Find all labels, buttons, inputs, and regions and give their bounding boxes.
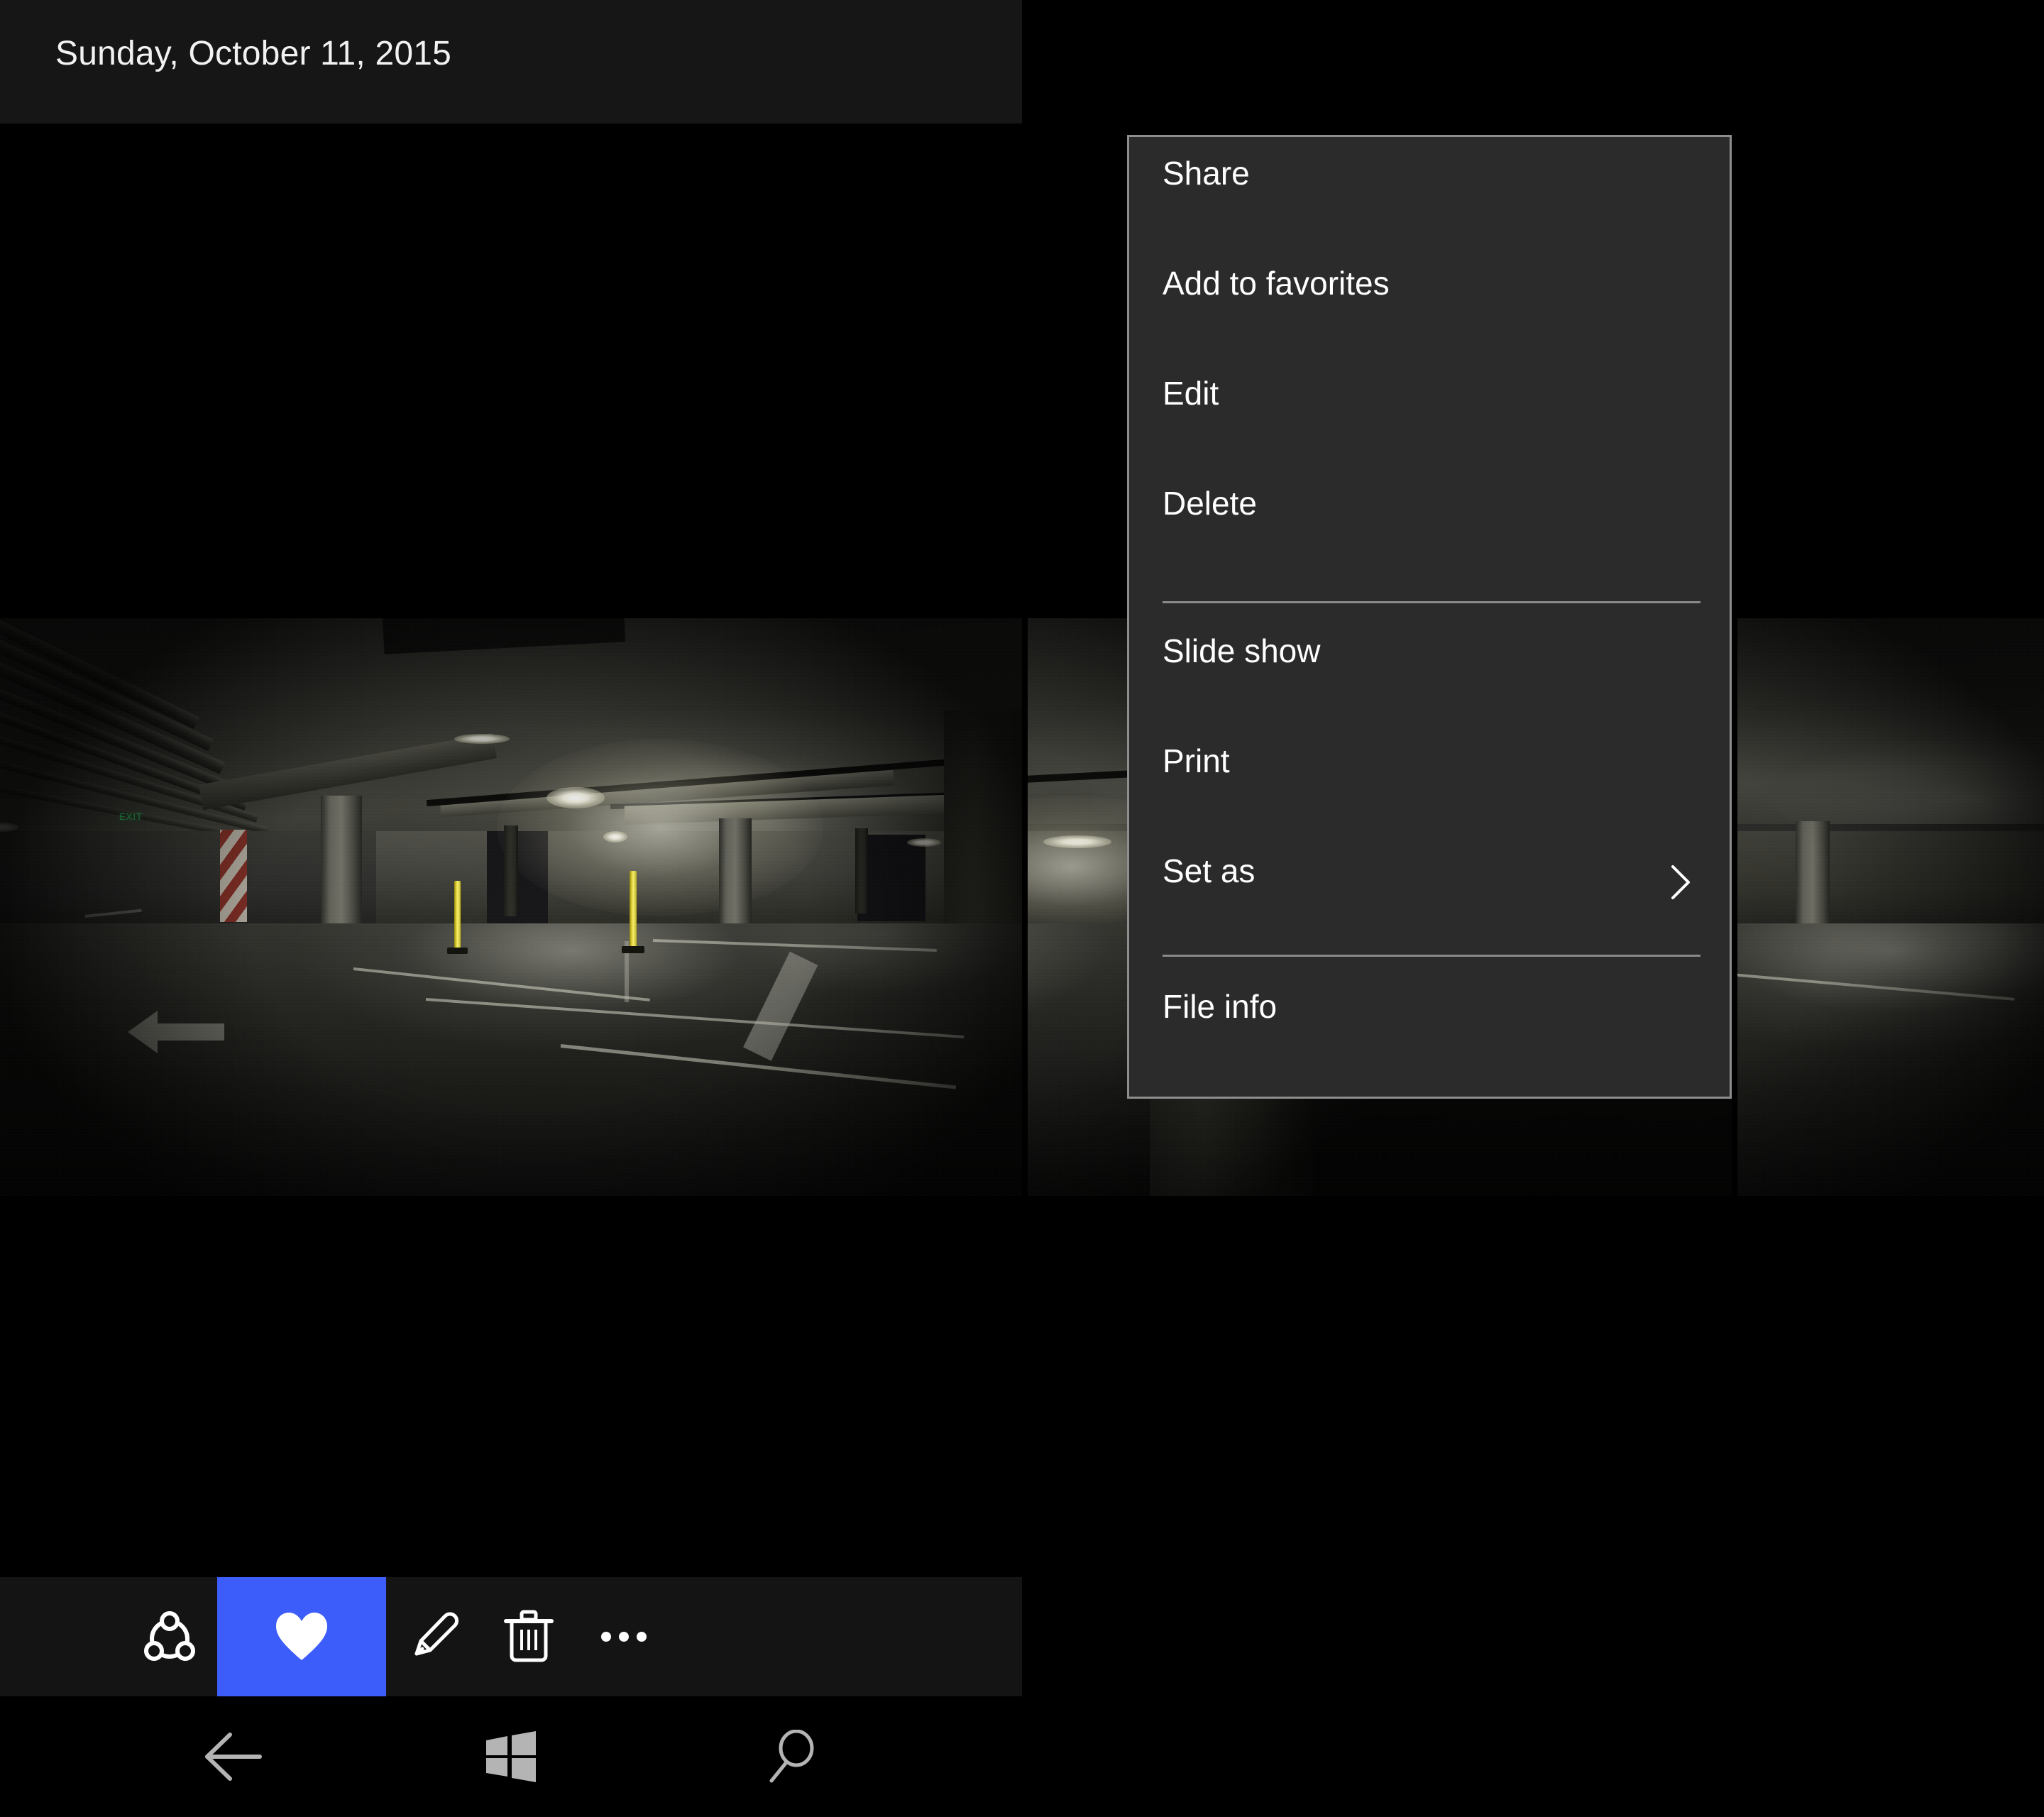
yellow-bollard [630,871,637,949]
photo-filmstrip[interactable]: EXIT [0,618,2044,1196]
menu-item-share[interactable]: Share [1129,137,1730,247]
garage-scene: EXIT [0,618,1022,1196]
yellow-bollard [454,881,461,950]
current-photo[interactable]: EXIT [0,618,1022,1196]
ceiling-slab [1737,618,2044,824]
floor-direction-arrow-icon [128,1011,224,1053]
menu-item-label: Print [1163,742,1230,779]
ceiling-light [546,787,605,808]
system-nav-bar [0,1696,2044,1817]
menu-item-label: File info [1163,988,1278,1025]
menu-item-label: Add to favorites [1163,265,1390,302]
header-bar: Sunday, October 11, 2015 [0,0,1022,123]
garage-scene-third [1737,618,2044,1196]
photo-date-label: Sunday, October 11, 2015 [55,35,452,72]
back-wall [1737,831,2044,931]
menu-item-label: Share [1163,155,1250,192]
pencil-icon [414,1612,459,1656]
garage-floor [1737,923,2044,1196]
edit-button[interactable] [386,1577,481,1696]
add-to-favorites-button[interactable] [217,1577,386,1696]
menu-item-label: Slide show [1163,632,1321,669]
exit-sign: EXIT [119,811,143,822]
app-bar [0,1577,1022,1696]
bollard-base [447,948,468,954]
garage-floor [0,923,1022,1196]
back-button[interactable] [163,1696,305,1817]
menu-item-add-to-favorites[interactable]: Add to favorites [1129,247,1730,357]
delete-button[interactable] [481,1577,576,1696]
ellipsis-icon [601,1632,647,1642]
trash-icon [504,1610,554,1662]
ceiling-light [603,831,627,842]
bollard-base [622,946,644,953]
windows-logo-icon [486,1731,536,1782]
start-button[interactable] [440,1696,582,1817]
more-options-button[interactable] [576,1577,671,1696]
menu-item-label: Delete [1163,485,1257,522]
light-glow [497,739,823,916]
back-arrow-icon [205,1733,262,1781]
pillar-far [504,825,518,916]
chevron-right-icon [1671,865,1690,899]
menu-item-print[interactable]: Print [1129,698,1730,808]
third-photo[interactable] [1737,618,2044,1196]
menu-item-delete[interactable]: Delete [1129,467,1730,577]
ceiling-light [454,734,510,744]
share-button[interactable] [122,1577,217,1696]
pillar-main [321,796,362,945]
heart-icon [276,1613,327,1660]
pillar-far [855,828,868,913]
context-menu[interactable]: Share Add to favorites Edit Delete Slide… [1127,135,1732,1099]
menu-item-set-as[interactable]: Set as [1129,808,1730,918]
menu-item-file-info[interactable]: File info [1129,946,1730,1056]
menu-item-slide-show[interactable]: Slide show [1129,588,1730,698]
hazard-stripe-panel [220,830,247,922]
menu-item-label: Edit [1163,375,1219,412]
menu-item-edit[interactable]: Edit [1129,357,1730,467]
ceiling-light [907,838,941,847]
search-button[interactable] [720,1696,862,1817]
menu-item-label: Set as [1163,852,1255,889]
share-icon [144,1611,195,1661]
search-icon [769,1730,814,1783]
